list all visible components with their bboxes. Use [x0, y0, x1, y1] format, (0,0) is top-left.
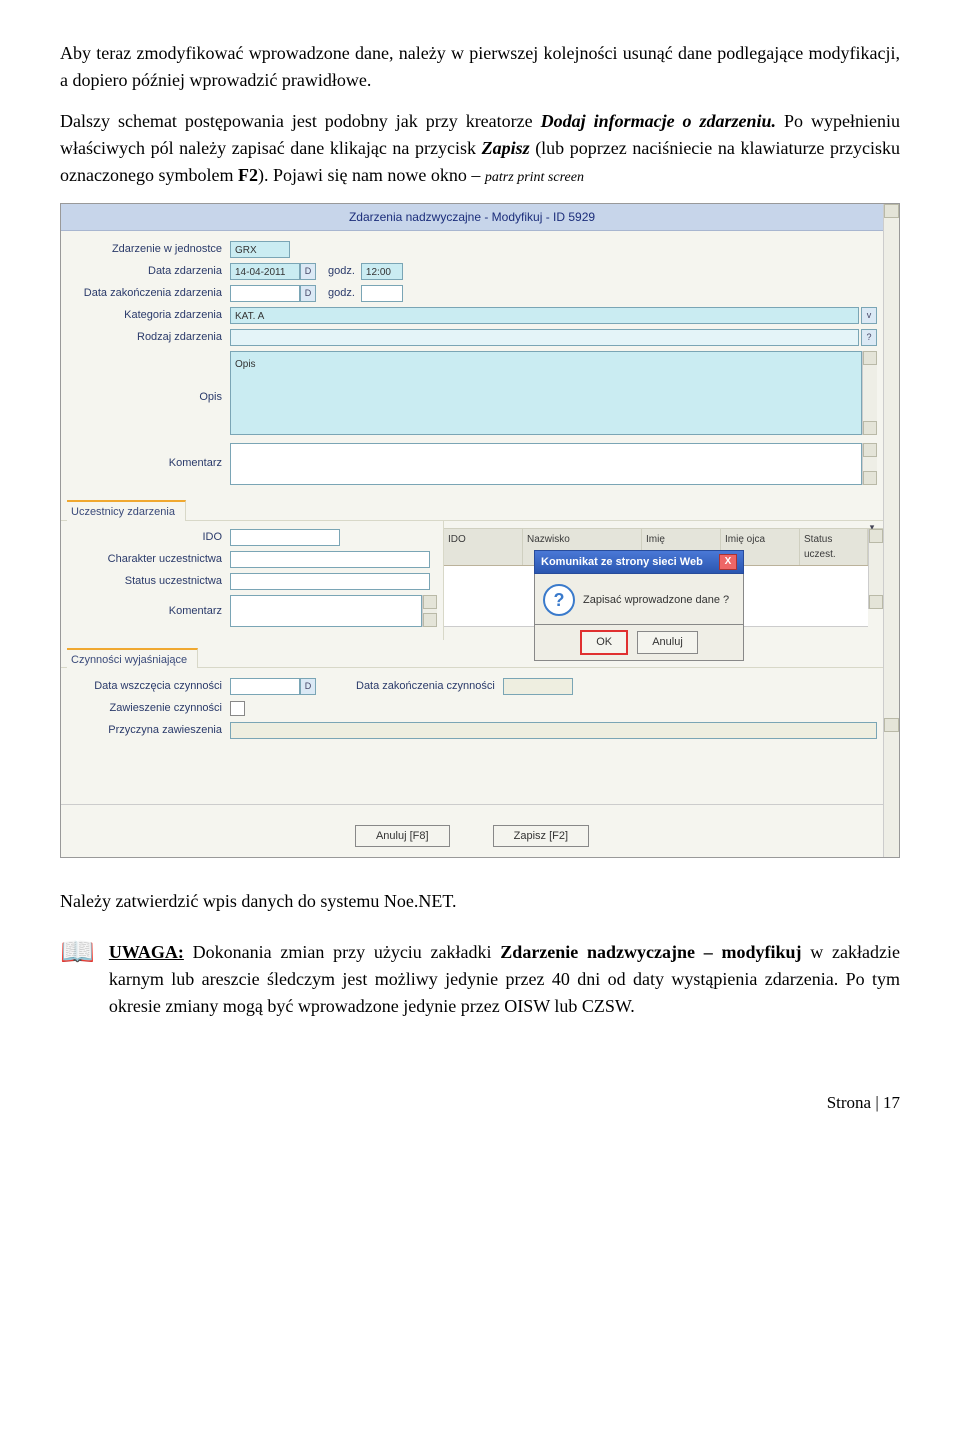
lbl-data-zak: Data zakończenia zdarzenia — [67, 285, 230, 302]
val-grx[interactable]: GRX — [230, 241, 290, 258]
input-godz-2[interactable] — [361, 285, 403, 302]
dialog-titlebar: Komunikat ze strony sieci Web X — [534, 550, 744, 575]
textarea-opis[interactable]: Opis — [230, 351, 862, 435]
lbl-zawieszenie: Zawieszenie czynności — [67, 700, 230, 717]
textarea-komentarz[interactable] — [230, 443, 862, 485]
book-icon: 📖 — [60, 939, 95, 967]
paragraph-intro: Aby teraz zmodyfikować wprowadzone dane,… — [60, 40, 900, 94]
dropdown-btn[interactable]: v — [861, 307, 877, 324]
lbl-status-u: Status uczestnictwa — [67, 573, 230, 590]
p2-em1: Dodaj informacje o zdarzeniu. — [541, 111, 776, 131]
th-status: Status uczest. — [800, 529, 868, 565]
filter-icon[interactable]: ▾ — [863, 521, 881, 528]
bottom-buttons-row: Anuluj [F8] Zapisz [F2] — [61, 805, 883, 858]
close-icon[interactable]: X — [719, 554, 737, 570]
input-status-u[interactable] — [230, 573, 430, 590]
input-charakter[interactable] — [230, 551, 430, 568]
dialog-title: Komunikat ze strony sieci Web — [541, 554, 703, 571]
p2-em3: patrz print screen — [485, 170, 584, 185]
p2-cont3: ). Pojawi się nam nowe okno – — [258, 165, 485, 185]
input-data-zak-czyn — [503, 678, 573, 695]
p2-lead: Dalszy schemat postępowania jest podobny… — [60, 111, 541, 131]
uwaga-label: UWAGA: — [109, 942, 184, 962]
input-rodzaj[interactable] — [230, 329, 859, 346]
date-picker-btn[interactable]: D — [300, 263, 316, 280]
section-uczestnicy: Uczestnicy zdarzenia — [67, 500, 186, 521]
p2-f2: F2 — [238, 165, 258, 185]
th-ido: IDO — [444, 529, 523, 565]
input-przyczyna — [230, 722, 877, 739]
after-paragraph: Należy zatwierdzić wpis danych do system… — [60, 888, 900, 915]
lbl-koment2: Komentarz — [67, 595, 230, 620]
participants-block: IDO Charakter uczestnictwa Status uczest… — [61, 521, 883, 640]
cancel-button[interactable]: Anuluj [F8] — [355, 825, 450, 848]
checkbox-zawieszenie[interactable] — [230, 701, 245, 716]
date-picker-btn-3[interactable]: D — [300, 678, 316, 695]
lbl-godz: godz. — [328, 263, 355, 280]
input-data-wszczecia[interactable] — [230, 678, 300, 695]
uwaga-em1: Zdarzenie nadzwyczajne – modyfikuj — [500, 942, 801, 962]
para1-text: Aby teraz zmodyfikować wprowadzone dane,… — [60, 43, 900, 90]
lbl-rodzaj: Rodzaj zdarzenia — [67, 329, 230, 346]
val-kat[interactable]: KAT. A — [230, 307, 859, 324]
activities-block: Data wszczęcia czynności D Data zakończe… — [61, 668, 883, 754]
question-icon: ? — [543, 584, 575, 616]
modal-title: Zdarzenia nadzwyczajne - Modyfikuj - ID … — [61, 204, 883, 231]
input-koment2[interactable] — [230, 595, 422, 627]
lbl-kategoria: Kategoria zdarzenia — [67, 307, 230, 324]
save-button[interactable]: Zapisz [F2] — [493, 825, 589, 848]
screenshot-panel: Zdarzenia nadzwyczajne - Modyfikuj - ID … — [60, 203, 900, 858]
help-btn[interactable]: ? — [861, 329, 877, 346]
ok-button[interactable]: OK — [580, 630, 628, 655]
date-picker-btn-2[interactable]: D — [300, 285, 316, 302]
uwaga-t1: Dokonania zmian przy użyciu zakładki — [184, 942, 500, 962]
lbl-przyczyna: Przyczyna zawieszenia — [67, 722, 230, 739]
page-footer: Strona | 17 — [60, 1090, 900, 1116]
uwaga-note: 📖 UWAGA: Dokonania zmian przy użyciu zak… — [60, 939, 900, 1020]
confirm-dialog: Komunikat ze strony sieci Web X ? Zapisa… — [534, 550, 744, 661]
lbl-data-wszczecia: Data wszczęcia czynności — [67, 678, 230, 695]
input-data-zak[interactable] — [230, 285, 300, 302]
anuluj-button[interactable]: Anuluj — [637, 631, 698, 654]
form-area: Zdarzenie w jednostce GRX Data zdarzenia… — [61, 231, 883, 500]
dialog-text: Zapisać wprowadzone dane ? — [583, 592, 729, 609]
input-ido[interactable] — [230, 529, 340, 546]
lbl-godz-2: godz. — [328, 285, 355, 302]
val-godz[interactable]: 12:00 — [361, 263, 403, 280]
lbl-opis: Opis — [67, 351, 230, 406]
lbl-data-zak-czyn: Data zakończenia czynności — [356, 678, 495, 695]
lbl-jednostka: Zdarzenie w jednostce — [67, 241, 230, 258]
lbl-ido: IDO — [67, 529, 230, 546]
lbl-data-zd: Data zdarzenia — [67, 263, 230, 280]
lbl-komentarz: Komentarz — [67, 443, 230, 472]
p2-em2: Zapisz — [482, 138, 530, 158]
paragraph-main: Dalszy schemat postępowania jest podobny… — [60, 108, 900, 189]
val-data-zd[interactable]: 14-04-2011 — [230, 263, 300, 280]
section-czynnosci: Czynności wyjaśniające — [67, 648, 198, 669]
lbl-charakter: Charakter uczestnictwa — [67, 551, 230, 568]
